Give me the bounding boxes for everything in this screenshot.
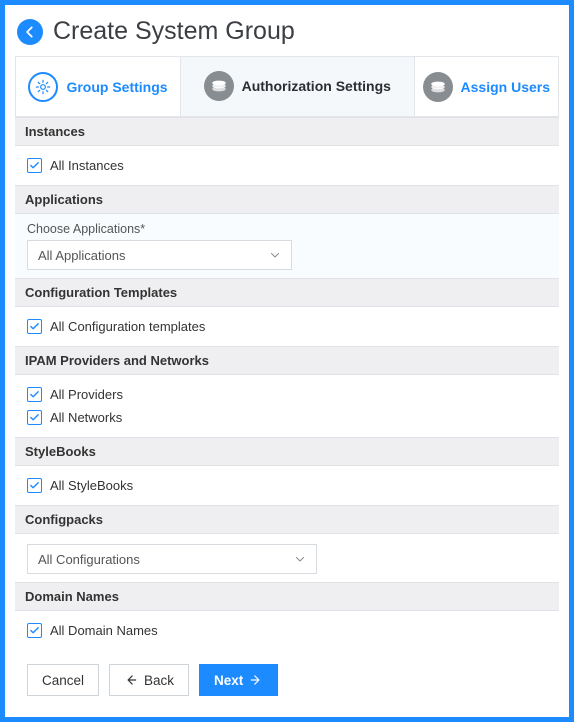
check-icon	[29, 389, 40, 400]
check-icon	[29, 321, 40, 332]
check-icon	[29, 160, 40, 171]
stack-icon	[204, 71, 234, 101]
section-head-instances: Instances	[15, 117, 559, 146]
checkbox-label: All Networks	[50, 410, 122, 425]
back-button-footer[interactable]: Back	[109, 664, 189, 696]
cancel-button[interactable]: Cancel	[27, 664, 99, 696]
next-button[interactable]: Next	[199, 664, 278, 696]
section-head-configpacks: Configpacks	[15, 505, 559, 534]
chevron-down-icon	[294, 553, 306, 565]
tab-assign-users[interactable]: Assign Users	[415, 57, 558, 116]
section-head-domain-names: Domain Names	[15, 582, 559, 611]
checkbox-label: All Instances	[50, 158, 124, 173]
back-button[interactable]	[17, 19, 43, 45]
checkbox-all-config-templates[interactable]	[27, 319, 42, 334]
check-icon	[29, 625, 40, 636]
arrow-left-icon	[124, 673, 138, 687]
checkbox-all-stylebooks[interactable]	[27, 478, 42, 493]
select-applications[interactable]: All Applications	[27, 240, 292, 270]
select-value: All Applications	[38, 248, 125, 263]
section-head-applications: Applications	[15, 185, 559, 214]
section-head-config-templates: Configuration Templates	[15, 278, 559, 307]
section-body-instances: All Instances	[15, 146, 559, 185]
section-body-domain-names: All Domain Names	[15, 611, 559, 650]
checkbox-label: All Providers	[50, 387, 123, 402]
page-header: Create System Group	[15, 17, 559, 56]
arrow-right-icon	[249, 673, 263, 687]
checkbox-label: All Configuration templates	[50, 319, 205, 334]
check-icon	[29, 480, 40, 491]
section-head-stylebooks: StyleBooks	[15, 437, 559, 466]
section-body-ipam: All Providers All Networks	[15, 375, 559, 437]
section-body-config-templates: All Configuration templates	[15, 307, 559, 346]
section-body-stylebooks: All StyleBooks	[15, 466, 559, 505]
page-title: Create System Group	[53, 17, 295, 46]
select-configpacks[interactable]: All Configurations	[27, 544, 317, 574]
checkbox-all-domain-names[interactable]	[27, 623, 42, 638]
section-body-configpacks: All Configurations	[15, 534, 559, 582]
button-label: Cancel	[42, 673, 84, 688]
select-value: All Configurations	[38, 552, 140, 567]
checkbox-all-networks[interactable]	[27, 410, 42, 425]
tab-label: Group Settings	[66, 79, 167, 95]
tab-label: Assign Users	[461, 79, 550, 95]
checkbox-label: All StyleBooks	[50, 478, 133, 493]
footer-buttons: Cancel Back Next	[15, 650, 559, 710]
field-label-applications: Choose Applications*	[27, 222, 547, 236]
tab-authorization-settings[interactable]: Authorization Settings	[181, 57, 415, 116]
checkbox-all-providers[interactable]	[27, 387, 42, 402]
arrow-left-icon	[23, 25, 37, 39]
section-head-ipam: IPAM Providers and Networks	[15, 346, 559, 375]
checkbox-label: All Domain Names	[50, 623, 158, 638]
wizard-tabs: Group Settings Authorization Settings As…	[15, 56, 559, 117]
button-label: Next	[214, 673, 243, 688]
stack-icon	[423, 72, 453, 102]
section-body-applications: Choose Applications* All Applications	[15, 214, 559, 278]
button-label: Back	[144, 673, 174, 688]
form-content: Instances All Instances Applications Cho…	[15, 117, 559, 710]
checkbox-all-instances[interactable]	[27, 158, 42, 173]
gear-icon	[28, 72, 58, 102]
chevron-down-icon	[269, 249, 281, 261]
tab-group-settings[interactable]: Group Settings	[16, 57, 181, 116]
tab-label: Authorization Settings	[242, 78, 391, 94]
check-icon	[29, 412, 40, 423]
